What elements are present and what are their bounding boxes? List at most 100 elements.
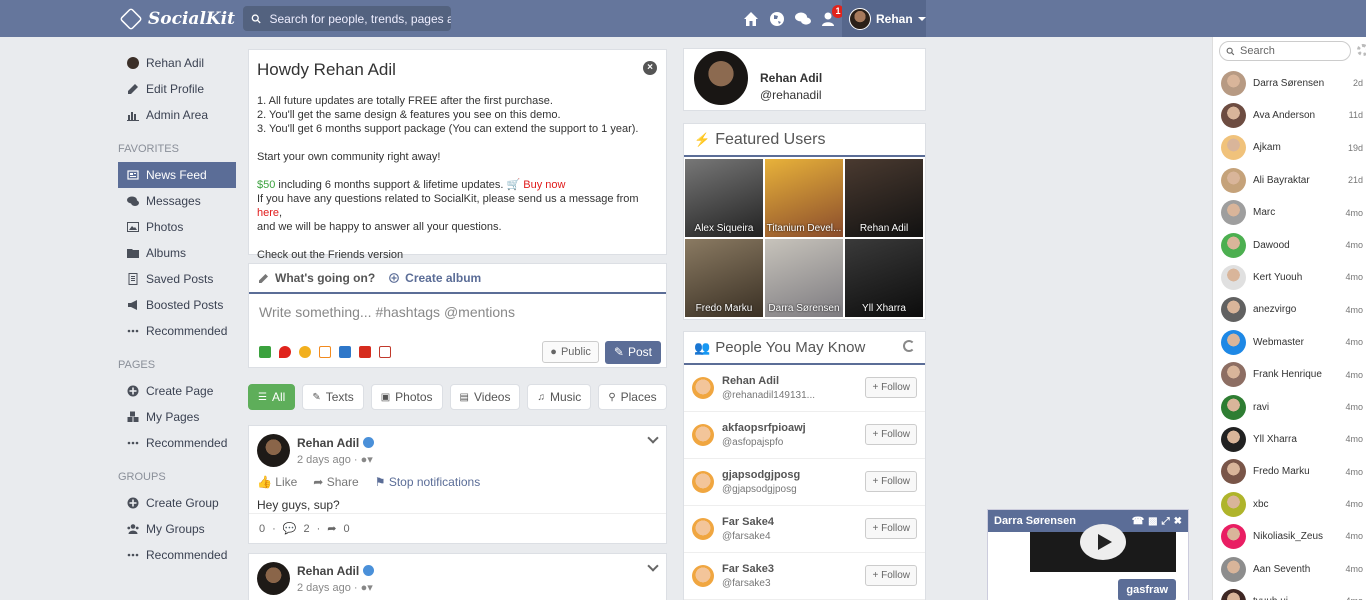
- contact-item[interactable]: Ava Anderson 11d: [1213, 99, 1366, 131]
- here-link[interactable]: here: [257, 207, 279, 219]
- refresh-icon[interactable]: [903, 340, 915, 352]
- video-camera-icon[interactable]: ▩: [1148, 516, 1157, 527]
- person-name[interactable]: Rehan Adil: [722, 375, 815, 387]
- contact-item[interactable]: Marc 4mo: [1213, 197, 1366, 229]
- filter-music[interactable]: ♫ Music: [527, 384, 592, 410]
- location-icon[interactable]: [279, 346, 291, 358]
- filter-photos[interactable]: ▣ Photos: [370, 384, 443, 410]
- sidebar-item-groups-recommended[interactable]: Recommended: [118, 542, 236, 568]
- contact-item[interactable]: Fredo Marku 4mo: [1213, 456, 1366, 488]
- post-button[interactable]: ✎ Post: [604, 340, 661, 364]
- featured-user[interactable]: Alex Siqueira: [685, 159, 763, 237]
- sidebar-item-albums[interactable]: Albums: [118, 240, 236, 266]
- contact-item[interactable]: tyuuh uj 4mo: [1213, 585, 1366, 600]
- featured-user[interactable]: Fredo Marku: [685, 239, 763, 317]
- avatar[interactable]: [257, 434, 290, 467]
- stop-notifications-button[interactable]: ⚑ Stop notifications: [375, 475, 488, 489]
- sidebar-item-saved-posts[interactable]: Saved Posts: [118, 266, 236, 292]
- sidebar-item-messages[interactable]: Messages: [118, 188, 236, 214]
- global-search[interactable]: Search for people, trends, pages and...: [243, 6, 451, 31]
- likes-count[interactable]: 0: [259, 523, 265, 535]
- contact-item[interactable]: Aan Seventh 4mo: [1213, 553, 1366, 585]
- document-icon[interactable]: [379, 346, 391, 358]
- contact-item[interactable]: Ali Bayraktar 21d: [1213, 164, 1366, 196]
- privacy-select[interactable]: ● Public: [542, 341, 599, 363]
- sidebar-item-pages-recommended[interactable]: Recommended: [118, 430, 236, 456]
- shares-count[interactable]: 0: [344, 523, 350, 535]
- avatar[interactable]: [692, 471, 714, 493]
- contact-item[interactable]: Nikoliasik_Zeus 4mo: [1213, 520, 1366, 552]
- sidebar-item-my-pages[interactable]: My Pages: [118, 404, 236, 430]
- contact-item[interactable]: Ajkam 19d: [1213, 132, 1366, 164]
- avatar[interactable]: [257, 562, 290, 595]
- sidebar-item-my-groups[interactable]: My Groups: [118, 516, 236, 542]
- avatar[interactable]: [692, 518, 714, 540]
- phone-icon[interactable]: ☎: [1132, 516, 1144, 527]
- sidebar-item-admin-area[interactable]: Admin Area: [118, 102, 236, 128]
- contact-item[interactable]: Frank Henrique 4mo: [1213, 359, 1366, 391]
- avatar[interactable]: [692, 377, 714, 399]
- featured-user[interactable]: Titanium Devel...: [765, 159, 843, 237]
- post-author[interactable]: Rehan Adil: [297, 564, 375, 578]
- featured-user[interactable]: Rehan Adil: [845, 159, 923, 237]
- sidebar-item-news-feed[interactable]: News Feed: [118, 162, 236, 188]
- contact-item[interactable]: anezvirgo 4mo: [1213, 294, 1366, 326]
- follow-button[interactable]: + Follow: [865, 377, 917, 398]
- close-icon[interactable]: ✖: [1174, 516, 1182, 527]
- video-file-icon[interactable]: [339, 346, 351, 358]
- comments-count[interactable]: 2: [304, 523, 310, 535]
- globe-icon[interactable]: ●▾: [361, 454, 373, 466]
- person-name[interactable]: gjapsodgjposg: [722, 469, 800, 481]
- like-button[interactable]: 👍 Like: [257, 475, 305, 489]
- sidebar-item-create-group[interactable]: Create Group: [118, 490, 236, 516]
- chat-video-message[interactable]: [1030, 524, 1176, 572]
- sidebar-item-profile[interactable]: Rehan Adil: [118, 50, 236, 76]
- profile-name[interactable]: Rehan Adil: [760, 71, 822, 85]
- contact-item[interactable]: ravi 4mo: [1213, 391, 1366, 423]
- contact-item[interactable]: Yll Xharra 4mo: [1213, 423, 1366, 455]
- person-name[interactable]: Far Sake4: [722, 516, 774, 528]
- follow-button[interactable]: + Follow: [865, 471, 917, 492]
- friend-requests-icon[interactable]: 1: [816, 5, 844, 31]
- smiley-icon[interactable]: [299, 346, 311, 358]
- home-icon[interactable]: [738, 7, 764, 31]
- composer-input[interactable]: Write something... #hashtags @mentions: [249, 294, 666, 334]
- filter-texts[interactable]: ✎ Texts: [302, 384, 364, 410]
- contact-item[interactable]: Kert Yuouh 4mo: [1213, 261, 1366, 293]
- sidebar-item-photos[interactable]: Photos: [118, 214, 236, 240]
- avatar[interactable]: [692, 424, 714, 446]
- person-name[interactable]: Far Sake3: [722, 563, 774, 575]
- contact-item[interactable]: Darra Sørensen 2d: [1213, 67, 1366, 99]
- camera-icon[interactable]: [259, 346, 271, 358]
- buy-now-link[interactable]: Buy now: [523, 179, 565, 191]
- tab-status[interactable]: What's going on?: [259, 271, 375, 285]
- play-icon[interactable]: [1080, 524, 1126, 560]
- person-name[interactable]: akfaopsrfpioawj: [722, 422, 806, 434]
- avatar[interactable]: [692, 49, 750, 107]
- share-button[interactable]: ➦ Share: [313, 475, 366, 489]
- follow-button[interactable]: + Follow: [865, 518, 917, 539]
- contact-item[interactable]: Webmaster 4mo: [1213, 326, 1366, 358]
- globe-icon[interactable]: [764, 7, 790, 31]
- gear-icon[interactable]: [1357, 44, 1366, 56]
- post-author[interactable]: Rehan Adil: [297, 436, 375, 450]
- globe-icon[interactable]: ●▾: [361, 582, 373, 594]
- follow-button[interactable]: + Follow: [865, 565, 917, 586]
- close-icon[interactable]: ×: [643, 61, 657, 75]
- featured-user[interactable]: Yll Xharra: [845, 239, 923, 317]
- sidebar-item-edit-profile[interactable]: Edit Profile: [118, 76, 236, 102]
- filter-places[interactable]: ⚲ Places: [598, 384, 667, 410]
- audio-file-icon[interactable]: [319, 346, 331, 358]
- friends-version-link[interactable]: Check out the Friends version: [257, 248, 658, 262]
- contact-item[interactable]: Dawood 4mo: [1213, 229, 1366, 261]
- avatar[interactable]: [692, 565, 714, 587]
- featured-user[interactable]: Darra Sørensen: [765, 239, 843, 317]
- tab-create-album[interactable]: Create album: [389, 271, 481, 285]
- contacts-search-input[interactable]: Search: [1219, 41, 1351, 61]
- messages-icon[interactable]: [790, 7, 816, 31]
- filter-all[interactable]: ☰ All: [248, 384, 296, 410]
- follow-button[interactable]: + Follow: [865, 424, 917, 445]
- contact-item[interactable]: xbc 4mo: [1213, 488, 1366, 520]
- expand-icon[interactable]: ⤢: [1162, 516, 1170, 527]
- brand-logo[interactable]: SocialKit: [119, 7, 235, 31]
